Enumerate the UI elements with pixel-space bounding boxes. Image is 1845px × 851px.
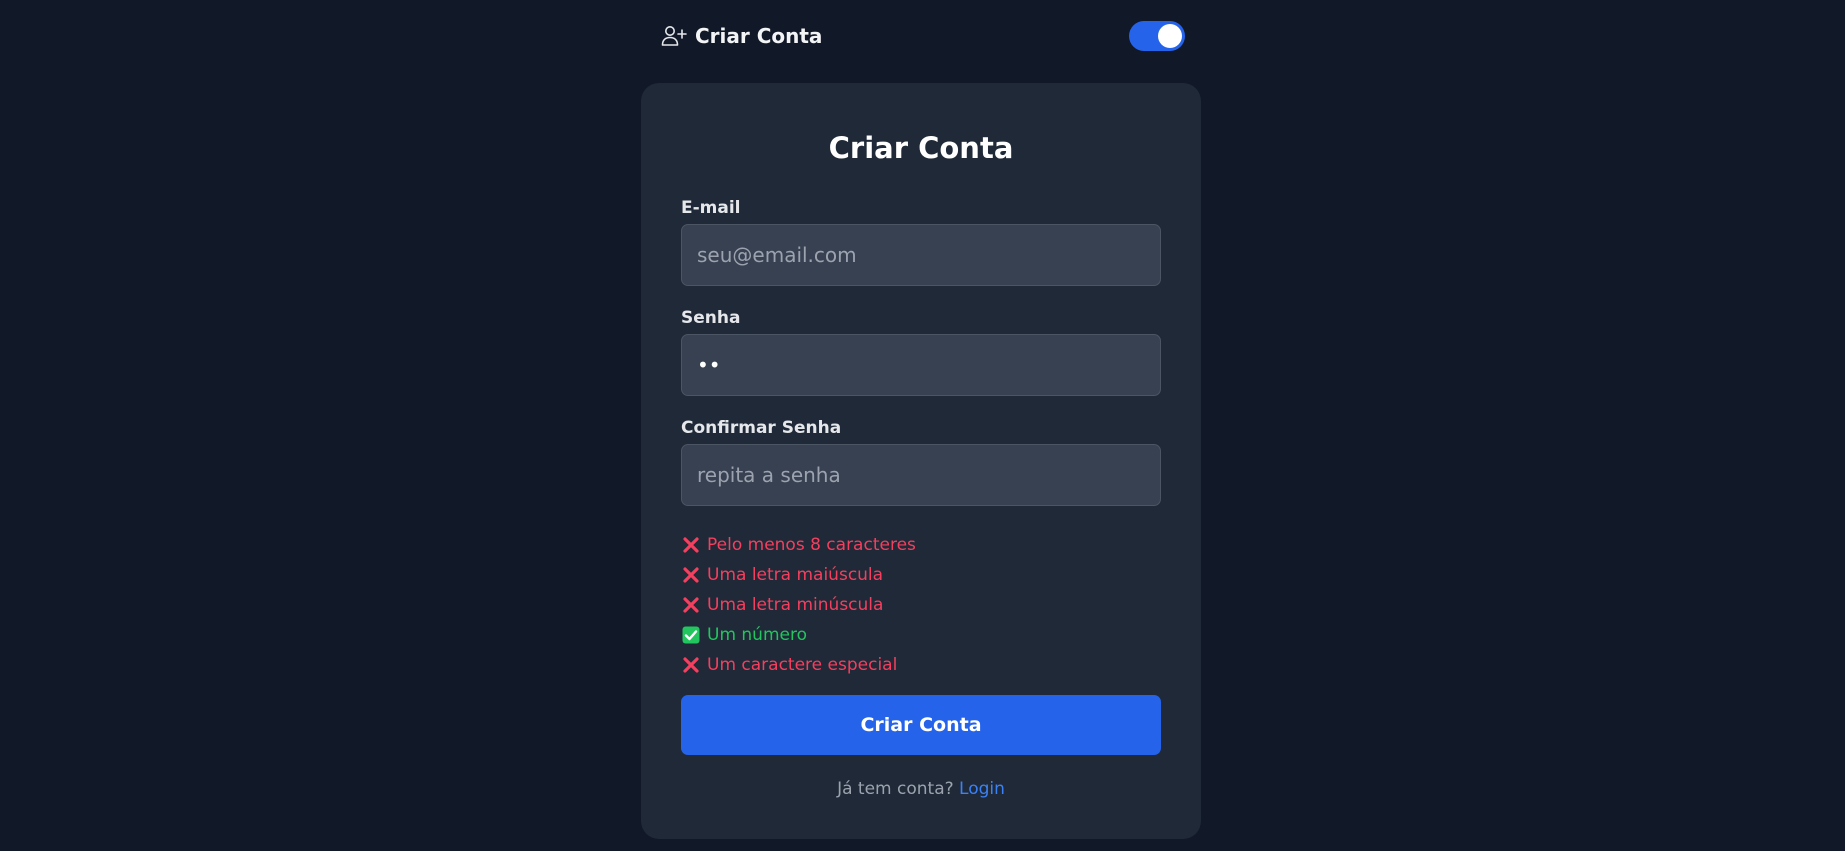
page-title: Criar Conta <box>828 131 1014 165</box>
rule-min-length: Pelo menos 8 caracteres <box>681 530 1161 560</box>
user-plus-icon <box>661 26 687 46</box>
confirm-password-group: Confirmar Senha <box>681 418 1161 506</box>
x-icon <box>681 595 701 615</box>
password-label: Senha <box>681 308 741 328</box>
email-group: E-mail <box>681 198 1161 286</box>
password-rules: Pelo menos 8 caracteres Uma letra maiúsc… <box>681 530 1161 680</box>
confirm-password-label: Confirmar Senha <box>681 418 842 438</box>
login-prompt: Já tem conta? Login <box>681 779 1161 799</box>
top-bar: Criar Conta <box>641 0 1205 72</box>
theme-toggle[interactable] <box>1129 21 1185 51</box>
rule-uppercase: Uma letra maiúscula <box>681 560 1161 590</box>
password-group: Senha <box>681 308 1161 396</box>
login-prompt-text: Já tem conta? <box>837 779 954 799</box>
signup-card: Criar Conta E-mail Senha Confirmar Senha… <box>641 83 1201 839</box>
brand: Criar Conta <box>661 24 822 48</box>
brand-label: Criar Conta <box>695 24 823 48</box>
rule-special-char: Um caractere especial <box>681 650 1161 680</box>
password-field[interactable] <box>681 334 1161 396</box>
rule-text: Um caractere especial <box>707 655 898 675</box>
email-label: E-mail <box>681 198 741 218</box>
rule-text: Pelo menos 8 caracteres <box>707 535 916 555</box>
rule-text: Uma letra maiúscula <box>707 565 884 585</box>
create-account-button[interactable]: Criar Conta <box>681 695 1161 755</box>
rule-text: Um número <box>707 625 807 645</box>
check-icon <box>681 625 701 645</box>
rule-text: Uma letra minúscula <box>707 595 884 615</box>
rule-lowercase: Uma letra minúscula <box>681 590 1161 620</box>
x-icon <box>681 655 701 675</box>
email-field[interactable] <box>681 224 1161 286</box>
x-icon <box>681 535 701 555</box>
x-icon <box>681 565 701 585</box>
rule-number: Um número <box>681 620 1161 650</box>
login-link[interactable]: Login <box>959 779 1005 799</box>
confirm-password-field[interactable] <box>681 444 1161 506</box>
toggle-knob <box>1158 24 1182 48</box>
